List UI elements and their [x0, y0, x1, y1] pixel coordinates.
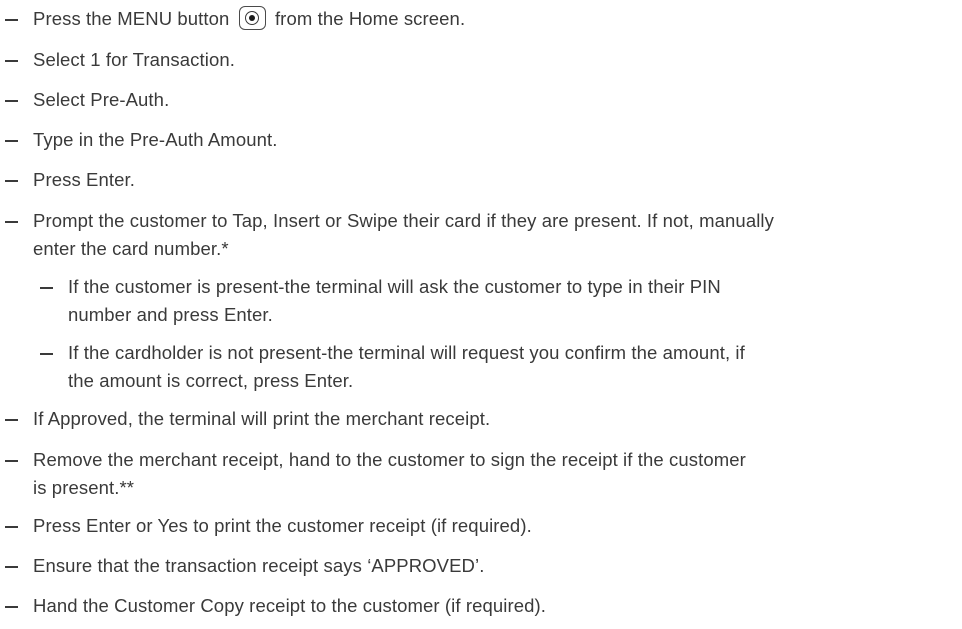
step-text: Press the MENU button from the Home scre… — [33, 5, 465, 33]
step-text-line-2: enter the card number.* — [33, 238, 229, 259]
substep-text-line-1: If the customer is present-the terminal … — [68, 276, 721, 297]
step-text-line-1: Remove the merchant receipt, hand to the… — [33, 449, 746, 470]
dash-bullet — [5, 419, 18, 421]
step-text: Select Pre-Auth. — [33, 89, 170, 110]
substep-text-line-1: If the cardholder is not present-the ter… — [68, 342, 745, 363]
substep-text-line-2: number and press Enter. — [68, 304, 273, 325]
dash-bullet — [5, 221, 18, 223]
step-text-before: Press the MENU button — [33, 8, 230, 29]
step-text: Type in the Pre-Auth Amount. — [33, 129, 278, 150]
step-text-line-1: Prompt the customer to Tap, Insert or Sw… — [33, 210, 774, 231]
dash-bullet — [5, 180, 18, 182]
dash-bullet — [5, 606, 18, 608]
step-text: Ensure that the transaction receipt says… — [33, 555, 485, 576]
step-text-after: from the Home screen. — [274, 8, 466, 29]
dash-bullet — [40, 353, 53, 355]
step-text: Hand the Customer Copy receipt to the cu… — [33, 595, 547, 616]
instruction-page: Press the MENU button from the Home scre… — [0, 0, 962, 629]
dash-bullet — [5, 19, 18, 21]
dash-bullet — [5, 566, 18, 568]
dash-bullet — [5, 60, 18, 62]
dash-bullet — [5, 460, 18, 462]
step-text-line-2: is present.** — [33, 477, 135, 498]
dash-bullet — [5, 526, 18, 528]
dash-bullet — [5, 140, 18, 142]
step-text: If Approved, the terminal will print the… — [33, 408, 491, 429]
dash-bullet — [5, 100, 18, 102]
substep-text-line-2: the amount is correct, press Enter. — [68, 370, 354, 391]
menu-button-icon — [238, 6, 266, 30]
step-text: Press Enter or Yes to print the customer… — [33, 515, 532, 536]
step-text: Press Enter. — [33, 169, 135, 190]
step-text: Select 1 for Transaction. — [33, 49, 235, 70]
dash-bullet — [40, 287, 53, 289]
